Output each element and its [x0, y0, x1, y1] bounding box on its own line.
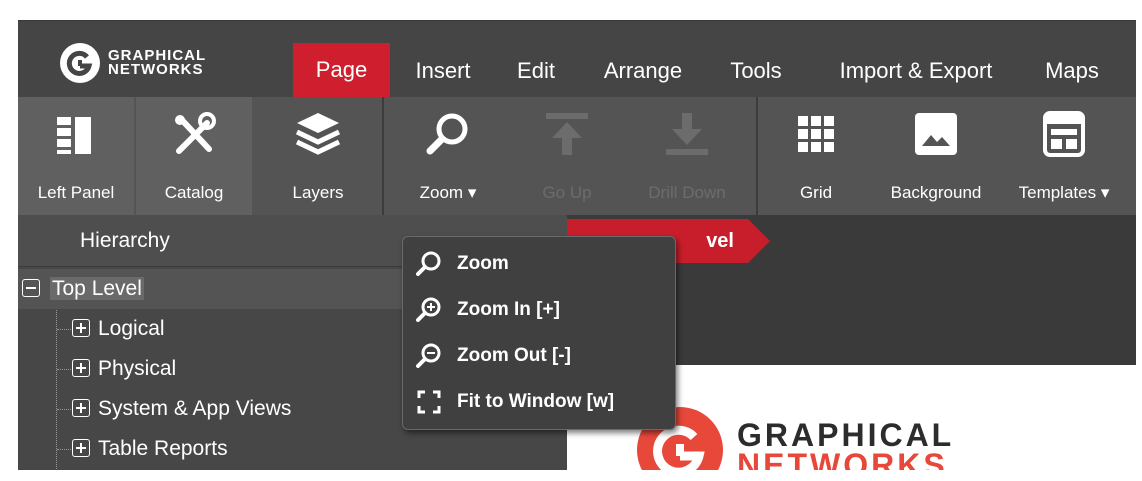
menu-insert[interactable]: Insert: [403, 45, 483, 97]
chevron-down-icon: ▾: [1100, 183, 1110, 202]
go-up-label: Go Up: [542, 183, 592, 202]
arrow-up-icon: [546, 113, 588, 155]
background-button[interactable]: Background: [874, 97, 998, 215]
menu-page[interactable]: Page: [293, 43, 390, 97]
zoom-in-icon: [416, 297, 441, 322]
catalog-label: Catalog: [164, 183, 224, 202]
app-window: GRAPHICAL NETWORKS Page Insert Edit Arra…: [18, 20, 1136, 470]
drill-down-label: Drill Down: [648, 183, 726, 202]
menu-edit[interactable]: Edit: [504, 45, 568, 97]
tree-item-label: Table Reports: [98, 437, 228, 460]
fit-to-window-menu-item[interactable]: Fit to Window [w]: [403, 379, 675, 423]
menu-import-export[interactable]: Import & Export: [818, 45, 1014, 97]
magnifier-icon: [426, 113, 468, 155]
image-icon: [915, 113, 957, 155]
catalog-button[interactable]: Catalog: [136, 97, 252, 215]
graphical-networks-logo: GRAPHICAL NETWORKS: [60, 43, 206, 83]
zoom-menu-label: Zoom: [457, 253, 509, 274]
tree-item-label: Top Level: [50, 277, 144, 300]
left-panel-icon: [57, 117, 91, 154]
fit-to-window-label: Fit to Window [w]: [457, 391, 615, 412]
canvas-logo-line-2: NETWORKS: [737, 447, 948, 470]
background-label: Background: [890, 183, 982, 202]
zoom-in-menu-item[interactable]: Zoom In [+]: [403, 287, 675, 331]
logo-line-2: NETWORKS: [108, 61, 204, 78]
expand-icon[interactable]: [72, 399, 90, 417]
magnifier-icon: [416, 251, 441, 276]
expand-icon[interactable]: [72, 439, 90, 457]
canvas-logo-line-1: GRAPHICAL: [737, 417, 955, 453]
tree-item-label: Logical: [98, 317, 165, 340]
menu-tools[interactable]: Tools: [718, 45, 794, 97]
menu-arrange[interactable]: Arrange: [588, 45, 698, 97]
expand-icon[interactable]: [72, 319, 90, 337]
grid-label: Grid: [799, 183, 833, 202]
arrow-down-icon: [666, 113, 708, 155]
templates-label: Templates ▾: [1018, 183, 1110, 202]
templates-button[interactable]: Templates ▾: [1002, 97, 1126, 215]
breadcrumb-label: vel: [706, 230, 734, 252]
template-icon: [1043, 111, 1085, 157]
logo-mark-icon: [60, 43, 100, 83]
tools-wrench-icon: [175, 112, 216, 154]
toolbar: Left Panel Catalog Layers Zoom ▾ Go Up D…: [18, 97, 1136, 215]
left-panel-button[interactable]: Left Panel: [18, 97, 134, 215]
drill-down-button[interactable]: Drill Down: [622, 97, 752, 215]
zoom-out-menu-item[interactable]: Zoom Out [-]: [403, 333, 675, 377]
chevron-down-icon: ▾: [467, 183, 477, 202]
zoom-out-label: Zoom Out [-]: [457, 345, 571, 366]
fit-to-window-icon: [417, 390, 441, 414]
tree-item-label: System & App Views: [98, 397, 292, 420]
collapse-icon[interactable]: [22, 279, 40, 297]
zoom-label: Zoom ▾: [419, 183, 477, 202]
zoom-dropdown-menu: Zoom Zoom In [+] Zoom Out [-] Fit to Win…: [402, 236, 676, 430]
expand-icon[interactable]: [72, 359, 90, 377]
left-panel-label: Left Panel: [37, 183, 115, 202]
canvas-logo: GRAPHICAL NETWORKS: [637, 407, 954, 470]
zoom-button[interactable]: Zoom ▾: [384, 97, 512, 215]
grid-button[interactable]: Grid: [758, 97, 874, 215]
zoom-out-icon: [416, 343, 441, 368]
go-up-button[interactable]: Go Up: [512, 97, 622, 215]
layers-label: Layers: [292, 183, 344, 202]
hierarchy-title: Hierarchy: [80, 229, 170, 252]
tree-item-table-reports[interactable]: Table Reports: [18, 429, 567, 469]
layers-button[interactable]: Layers: [254, 97, 382, 215]
menu-bar: GRAPHICAL NETWORKS Page Insert Edit Arra…: [18, 21, 1136, 97]
tree-item-label: Physical: [98, 357, 177, 380]
grid-icon: [798, 116, 834, 152]
zoom-in-label: Zoom In [+]: [457, 299, 560, 320]
menu-maps[interactable]: Maps: [1036, 45, 1108, 97]
layers-icon: [295, 113, 341, 155]
zoom-menu-item[interactable]: Zoom: [403, 241, 675, 285]
